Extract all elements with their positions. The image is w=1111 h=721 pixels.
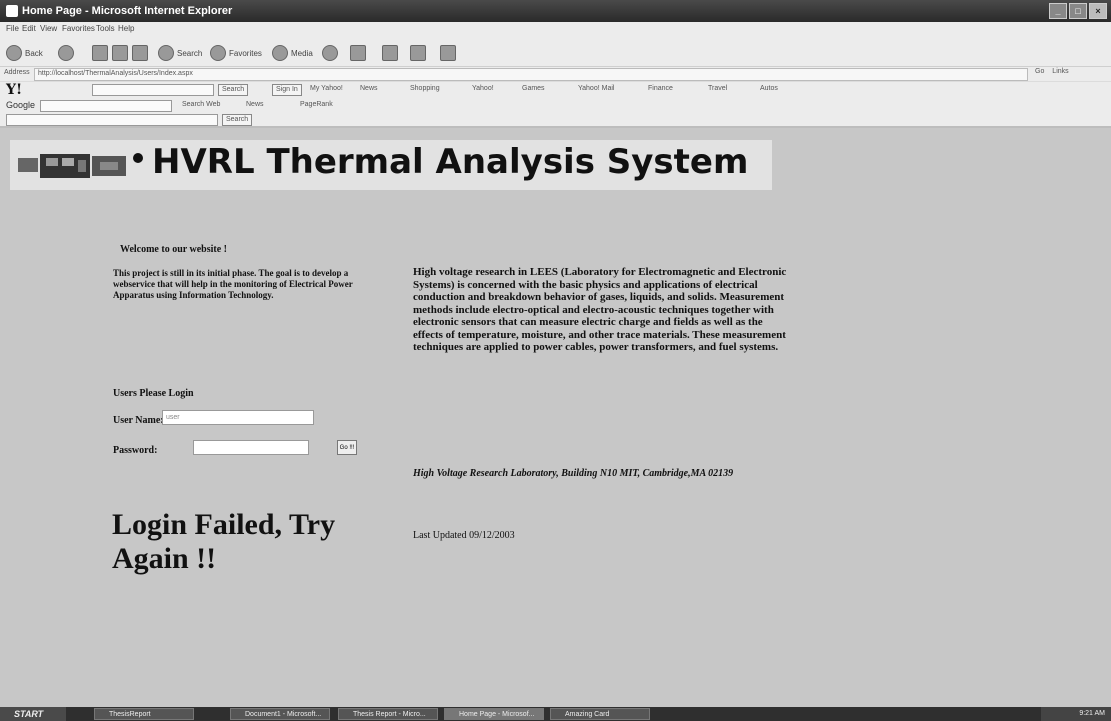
window-title-bar: Home Page - Microsoft Internet Explorer …	[0, 0, 1111, 22]
extra-search-bar: Search	[0, 112, 1111, 128]
google-news-button[interactable]: News	[246, 101, 264, 108]
menu-help[interactable]: Help	[118, 24, 134, 33]
home-icon	[132, 45, 148, 61]
maximize-button[interactable]: □	[1069, 3, 1087, 19]
taskbar-item-thesis-report[interactable]: ThesisReport	[94, 708, 194, 720]
system-tray-clock: 9:21 AM	[1041, 707, 1111, 721]
close-button[interactable]: ×	[1089, 3, 1107, 19]
yahoo-item-games[interactable]: Games	[522, 85, 545, 92]
mail-icon	[350, 45, 366, 61]
taskbar-item-document1[interactable]: Document1 - Microsoft...	[230, 708, 330, 720]
welcome-heading: Welcome to our website !	[120, 244, 228, 255]
lab-description: High voltage research in LEES (Laborator…	[413, 266, 787, 353]
address-field[interactable]: http://localhost/ThermalAnalysis/Users/I…	[34, 68, 1028, 81]
forward-button[interactable]	[58, 45, 74, 61]
yahoo-item-shopping[interactable]: Shopping	[410, 85, 440, 92]
media-button[interactable]: Media	[272, 45, 313, 61]
extra-search-button[interactable]: Search	[222, 114, 253, 126]
forward-arrow-icon	[58, 45, 74, 61]
back-arrow-icon	[6, 45, 22, 61]
stop-button[interactable]	[92, 45, 108, 61]
search-icon	[158, 45, 174, 61]
google-toolbar: Google Search Web News PageRank	[0, 98, 1111, 112]
password-field[interactable]	[193, 440, 309, 455]
google-logo[interactable]: Google	[6, 100, 35, 110]
print-button[interactable]	[382, 45, 398, 61]
google-pagerank[interactable]: PageRank	[300, 101, 333, 108]
favorites-button[interactable]: Favorites	[210, 45, 262, 61]
thermal-device-logo-icon	[18, 153, 143, 178]
address-bar: Address http://localhost/ThermalAnalysis…	[0, 67, 1111, 81]
refresh-icon	[112, 45, 128, 61]
last-updated: Last Updated 09/12/2003	[413, 530, 515, 541]
window-controls: _ □ ×	[1049, 3, 1107, 19]
yahoo-item-travel[interactable]: Travel	[708, 85, 727, 92]
window-title: Home Page - Microsoft Internet Explorer	[22, 5, 233, 17]
menu-favorites[interactable]: Favorites	[62, 24, 95, 33]
username-label: User Name:	[113, 415, 164, 426]
windows-taskbar: START ThesisReport Document1 - Microsoft…	[0, 707, 1111, 721]
minimize-button[interactable]: _	[1049, 3, 1067, 19]
edit-icon	[410, 45, 426, 61]
taskbar-item-thesis-report-word[interactable]: Thesis Report - Micro...	[338, 708, 438, 720]
intro-text: This project is still in its initial pha…	[113, 268, 353, 300]
menu-edit[interactable]: Edit	[22, 24, 36, 33]
menu-file[interactable]: File	[6, 24, 19, 33]
back-button[interactable]: Back	[6, 45, 43, 61]
home-button[interactable]	[132, 45, 148, 61]
taskbar-item-home-page[interactable]: Home Page - Microsof...	[444, 708, 544, 720]
menu-tools[interactable]: Tools	[96, 24, 115, 33]
login-go-button[interactable]: Go !!!	[337, 440, 357, 455]
edit-button[interactable]	[410, 45, 426, 61]
site-banner: HVRL Thermal Analysis System	[10, 140, 772, 190]
login-heading: Users Please Login	[113, 388, 194, 399]
yahoo-item-mail[interactable]: Yahoo! Mail	[578, 85, 614, 92]
address-go-button[interactable]: Go Links	[1035, 68, 1075, 79]
address-label: Address	[4, 69, 30, 76]
browser-toolbar: Back Search Favorites Media	[0, 36, 1111, 67]
yahoo-search-input[interactable]	[92, 84, 214, 96]
address-url: http://localhost/ThermalAnalysis/Users/I…	[38, 70, 193, 77]
taskbar-item-amazing-card[interactable]: Amazing Card	[550, 708, 650, 720]
stop-icon	[92, 45, 108, 61]
history-button[interactable]	[322, 45, 338, 61]
menu-bar: File Edit View Favorites Tools Help	[0, 22, 1111, 36]
menu-view[interactable]: View	[40, 24, 57, 33]
yahoo-logo[interactable]: Y!	[6, 82, 22, 98]
yahoo-item-autos[interactable]: Autos	[760, 85, 778, 92]
password-label: Password:	[113, 445, 158, 456]
yahoo-item-finance[interactable]: Finance	[648, 85, 673, 92]
mail-button[interactable]	[350, 45, 366, 61]
lab-address: High Voltage Research Laboratory, Buildi…	[413, 468, 734, 479]
page-title: HVRL Thermal Analysis System	[152, 142, 749, 182]
messenger-icon	[440, 45, 456, 61]
start-button[interactable]: START	[0, 707, 66, 721]
history-icon	[322, 45, 338, 61]
messenger-button[interactable]	[440, 45, 456, 61]
yahoo-search-button[interactable]: Search	[218, 84, 249, 96]
star-icon	[210, 45, 226, 61]
username-field[interactable]	[162, 410, 314, 425]
print-icon	[382, 45, 398, 61]
yahoo-item-yahoo[interactable]: Yahoo!	[472, 85, 494, 92]
media-icon	[272, 45, 288, 61]
page-content: HVRL Thermal Analysis System Welcome to …	[0, 128, 1111, 707]
yahoo-item-my-yahoo[interactable]: My Yahoo!	[310, 85, 343, 92]
login-failed-message: Login Failed, Try Again !!	[112, 508, 336, 575]
yahoo-item-news[interactable]: News	[360, 85, 378, 92]
refresh-button[interactable]	[112, 45, 128, 61]
yahoo-sign-in-button[interactable]: Sign In	[272, 84, 302, 96]
yahoo-toolbar: Y! Search Sign In My Yahoo! News Shoppin…	[0, 82, 1111, 98]
ie-icon	[6, 5, 18, 17]
extra-search-input[interactable]	[6, 114, 218, 126]
search-button[interactable]: Search	[158, 45, 202, 61]
google-search-web-button[interactable]: Search Web	[182, 101, 220, 108]
google-search-input[interactable]	[40, 100, 172, 112]
